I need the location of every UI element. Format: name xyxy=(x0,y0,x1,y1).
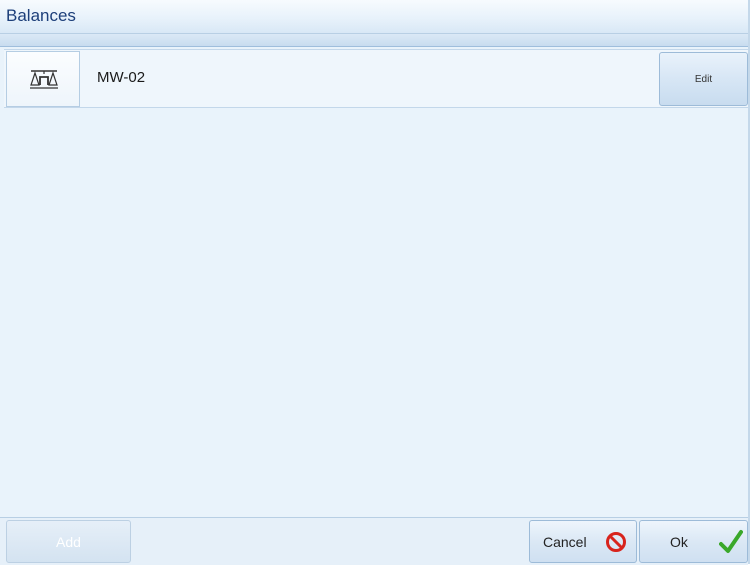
prohibited-icon xyxy=(606,532,626,552)
ok-button[interactable]: Ok xyxy=(639,520,748,563)
balance-scale-icon xyxy=(30,70,58,89)
window-title: Balances xyxy=(6,6,76,25)
cancel-button-label: Cancel xyxy=(543,534,587,550)
add-button[interactable]: Add xyxy=(6,520,131,563)
title-bar: Balances xyxy=(0,0,748,34)
balance-icon-cell xyxy=(6,51,80,107)
footer-bar: Add Cancel Ok xyxy=(0,517,748,565)
edit-button[interactable]: Edit xyxy=(659,52,748,106)
balance-name: MW-02 xyxy=(97,69,146,86)
header-strip xyxy=(0,34,748,47)
balances-window: Balances MW-02 Edit Add Cancel Ok xyxy=(0,0,750,565)
checkmark-icon xyxy=(719,530,743,553)
cancel-button[interactable]: Cancel xyxy=(529,520,637,563)
add-button-label: Add xyxy=(56,534,81,550)
balance-list-item[interactable]: MW-02 Edit xyxy=(4,49,748,108)
ok-button-label: Ok xyxy=(670,534,688,550)
